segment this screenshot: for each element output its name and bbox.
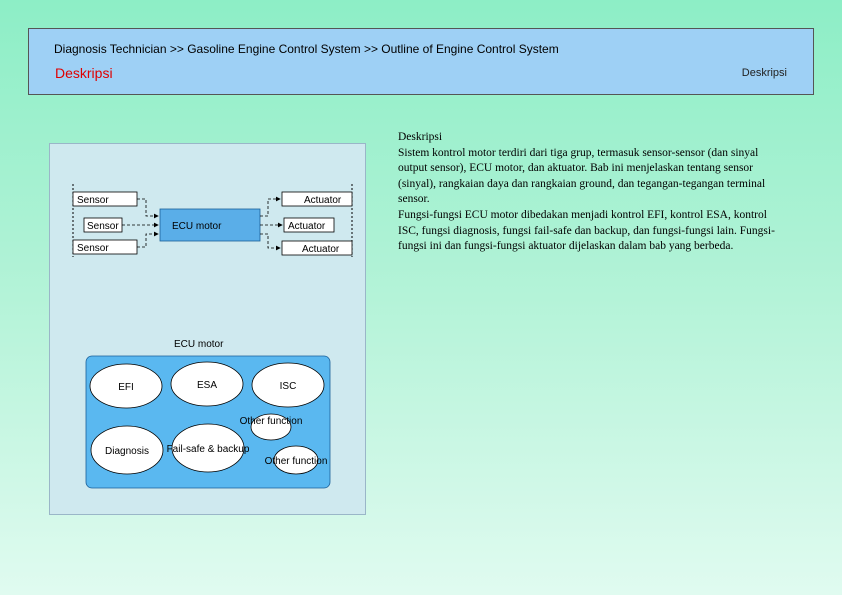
sensor-label-3: Sensor <box>77 243 109 254</box>
diagram-canvas: Sensor Sensor Sensor ECU motor Actuator <box>72 184 353 489</box>
header-section-label: Deskripsi <box>741 67 787 79</box>
function-esa: ESA <box>170 361 244 407</box>
function-other-1-label: Other function <box>240 416 303 427</box>
page-title: Deskripsi <box>55 65 113 81</box>
function-esa-label: ESA <box>197 380 217 391</box>
function-diagnosis-label: Diagnosis <box>105 446 149 457</box>
sensor-label-1: Sensor <box>77 195 109 206</box>
sensor-box-2: Sensor <box>83 217 123 233</box>
actuator-label-1: Actuator <box>304 195 342 206</box>
header-banner: Diagnosis Technician >> Gasoline Engine … <box>28 28 814 95</box>
sensor-box-1: Sensor <box>72 191 138 207</box>
sensor-label-2: Sensor <box>87 221 119 232</box>
ecu-label: ECU motor <box>172 221 222 232</box>
svg-text:Other function: Other function <box>240 416 303 427</box>
description-block: Deskripsi Sistem kontrol motor terdiri d… <box>398 130 788 255</box>
description-paragraph-1: Sistem kontrol motor terdiri dari tiga g… <box>398 146 766 206</box>
breadcrumb[interactable]: Diagnosis Technician >> Gasoline Engine … <box>54 42 559 56</box>
function-efi-label: EFI <box>118 382 134 393</box>
ecu-box: ECU motor <box>159 208 261 242</box>
arrow-sensor3-ecu <box>137 231 159 248</box>
function-isc-label: ISC <box>280 381 297 392</box>
arrow-ecu-actuator3 <box>260 233 281 251</box>
function-diagnosis: Diagnosis <box>90 425 164 475</box>
engine-control-diagram: Sensor Sensor Sensor ECU motor Actuator <box>49 143 366 515</box>
description-heading: Deskripsi <box>398 131 443 143</box>
arrow-ecu-actuator1 <box>260 196 281 217</box>
sensor-box-3: Sensor <box>72 239 138 255</box>
actuator-box-2: Actuator <box>283 217 335 233</box>
actuator-box-3: Actuator <box>281 240 353 256</box>
function-failsafe-label: Fail-safe & backup <box>167 444 250 455</box>
actuator-label-2: Actuator <box>288 221 326 232</box>
function-isc: ISC <box>251 362 325 408</box>
function-efi: EFI <box>89 363 163 409</box>
function-other-2-label: Other function <box>265 456 328 467</box>
actuator-label-3: Actuator <box>302 244 340 255</box>
arrow-sensor1-ecu <box>137 198 159 219</box>
description-paragraph-2: Fungsi-fungsi ECU motor dibedakan menjad… <box>398 208 775 253</box>
actuator-box-1: Actuator <box>281 191 353 207</box>
ecu-functions-title: ECU motor <box>174 339 224 350</box>
